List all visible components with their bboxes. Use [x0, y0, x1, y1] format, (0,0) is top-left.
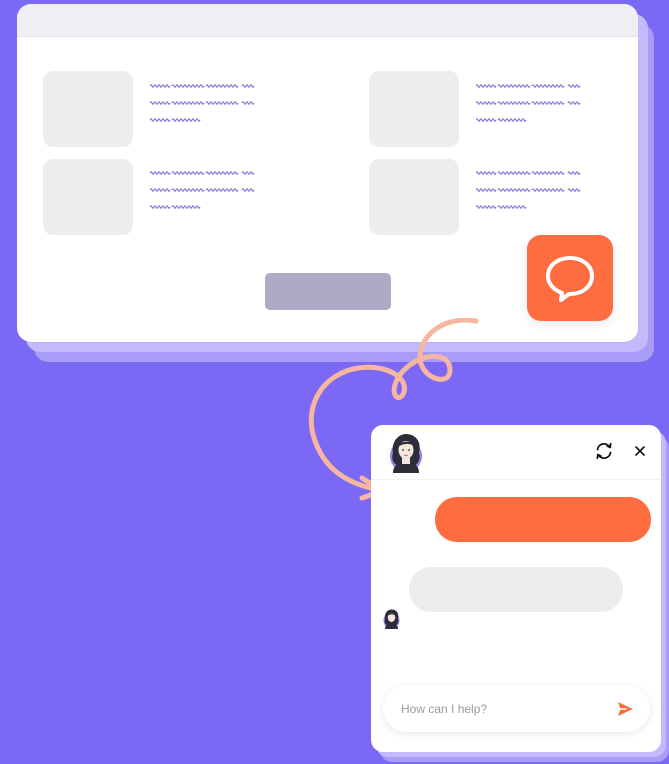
- placeholder-text-line: [241, 171, 255, 175]
- send-icon[interactable]: [615, 699, 635, 719]
- placeholder-text-line: [567, 171, 581, 175]
- content-thumbnail: [43, 71, 133, 147]
- chat-input-container: [383, 685, 650, 732]
- placeholder-button[interactable]: [265, 273, 391, 310]
- refresh-button[interactable]: [593, 440, 615, 462]
- placeholder-text-line: [476, 171, 497, 175]
- placeholder-text-line: [205, 84, 239, 88]
- placeholder-text-line: [497, 84, 531, 88]
- placeholder-text-line: [171, 205, 201, 209]
- placeholder-text-line: [531, 171, 565, 175]
- close-icon: [635, 446, 645, 456]
- placeholder-text-line: [476, 188, 497, 192]
- placeholder-text-line: [150, 101, 171, 105]
- placeholder-text-line: [531, 84, 565, 88]
- placeholder-text-line: [497, 205, 527, 209]
- agent-avatar: [390, 434, 422, 473]
- placeholder-text-line: [150, 171, 171, 175]
- placeholder-text-block: [476, 171, 581, 209]
- placeholder-text-line: [567, 84, 581, 88]
- speech-bubble-icon: [546, 256, 594, 302]
- placeholder-text-line: [476, 101, 497, 105]
- refresh-icon: [596, 442, 612, 460]
- chat-header: [371, 425, 661, 480]
- placeholder-text-block: [476, 84, 581, 122]
- placeholder-text-line: [567, 101, 581, 105]
- placeholder-text-line: [150, 118, 171, 122]
- incoming-message-bubble: [409, 567, 623, 612]
- placeholder-text-line: [531, 101, 565, 105]
- placeholder-text-block: [150, 84, 255, 122]
- placeholder-text-line: [150, 205, 171, 209]
- placeholder-text-block: [150, 171, 255, 209]
- outgoing-message-bubble: [435, 497, 651, 542]
- placeholder-text-line: [171, 84, 205, 88]
- placeholder-text-line: [497, 188, 531, 192]
- placeholder-text-line: [205, 188, 239, 192]
- content-thumbnail: [43, 159, 133, 235]
- placeholder-text-line: [150, 188, 171, 192]
- placeholder-text-line: [567, 188, 581, 192]
- chat-launcher-button[interactable]: [527, 235, 613, 321]
- placeholder-text-line: [497, 171, 531, 175]
- placeholder-text-line: [171, 171, 205, 175]
- placeholder-text-line: [241, 188, 255, 192]
- browser-topbar: [17, 4, 638, 37]
- placeholder-text-line: [241, 101, 255, 105]
- placeholder-text-line: [171, 101, 205, 105]
- placeholder-text-line: [205, 101, 239, 105]
- placeholder-text-line: [150, 84, 171, 88]
- placeholder-text-line: [497, 101, 531, 105]
- placeholder-text-line: [476, 205, 497, 209]
- placeholder-text-line: [476, 118, 497, 122]
- placeholder-text-line: [476, 84, 497, 88]
- placeholder-text-line: [531, 188, 565, 192]
- placeholder-text-line: [241, 84, 255, 88]
- placeholder-text-line: [171, 188, 205, 192]
- agent-avatar-small: [383, 609, 400, 629]
- content-thumbnail: [369, 159, 459, 235]
- placeholder-text-line: [497, 118, 527, 122]
- chat-window: [371, 425, 661, 752]
- close-button[interactable]: [629, 440, 651, 462]
- chat-input[interactable]: [401, 699, 611, 719]
- placeholder-text-line: [171, 118, 201, 122]
- content-thumbnail: [369, 71, 459, 147]
- placeholder-text-line: [205, 171, 239, 175]
